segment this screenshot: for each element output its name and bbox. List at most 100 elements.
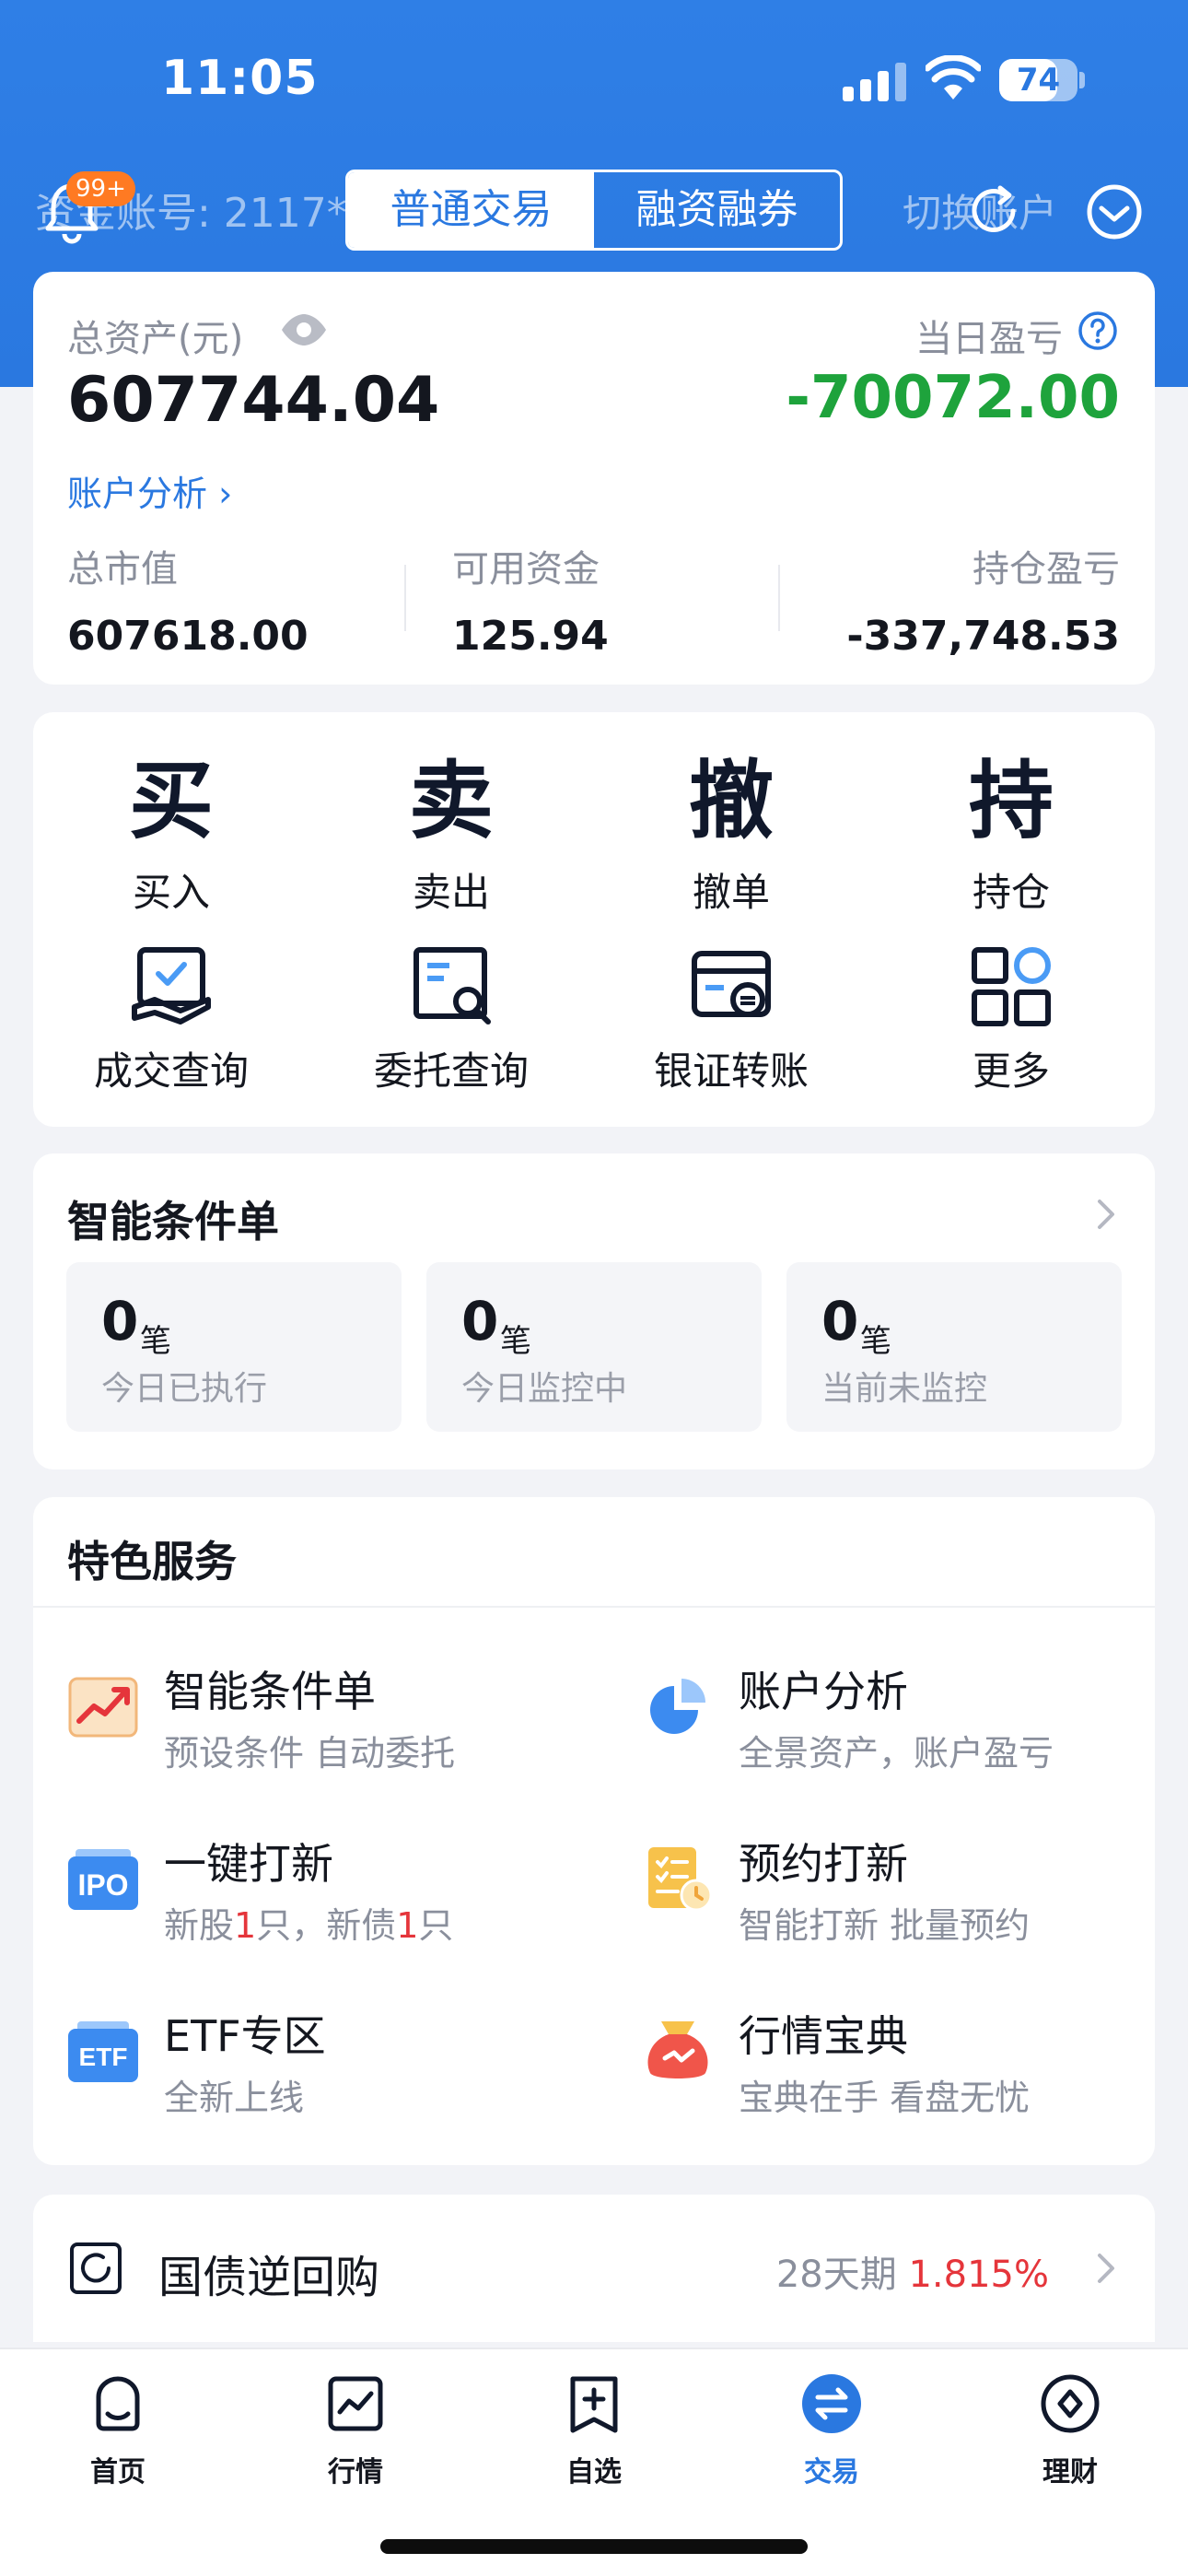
total-assets-value: 607744.04 bbox=[67, 364, 440, 437]
position-pnl-value: -337,748.53 bbox=[846, 613, 1120, 660]
trade-icon bbox=[802, 2374, 861, 2433]
feature-name: ETF专区 bbox=[164, 2011, 326, 2061]
market-value-value: 607618.00 bbox=[67, 613, 309, 660]
tab-margin-trading[interactable]: 融资融券 bbox=[594, 172, 840, 248]
positions-button[interactable]: 持 持仓 bbox=[910, 751, 1112, 918]
trade-mode-segmented-control: 普通交易 融资融券 bbox=[345, 170, 843, 251]
feature-reserve-ipo[interactable]: 预约打新 智能打新 批量预约 bbox=[641, 1831, 1157, 1969]
reverse-repo-row[interactable]: 国债逆回购 28天期 1.815% bbox=[33, 2195, 1155, 2342]
reverse-repo-term: 28天期 1.815% bbox=[776, 2244, 1049, 2298]
buy-glyph: 买 bbox=[128, 752, 214, 850]
more-button[interactable]: 更多 bbox=[910, 943, 1112, 1096]
feature-name: 预约打新 bbox=[739, 1839, 908, 1889]
position-pnl-stat: 持仓盈亏 -337,748.53 bbox=[846, 539, 1120, 660]
feature-name: 账户分析 bbox=[739, 1667, 908, 1716]
account-analysis-link[interactable]: 账户分析 › bbox=[67, 465, 232, 516]
ipo-bond-count: 1 bbox=[396, 1905, 419, 1946]
not-monitoring-count: 0 bbox=[821, 1290, 859, 1352]
watchlist-icon bbox=[570, 2376, 618, 2433]
status-bar: 11:05 74 bbox=[0, 0, 1188, 161]
feature-market-guide[interactable]: 行情宝典 宝典在手 看盘无忧 bbox=[641, 2003, 1157, 2141]
available-funds-label: 可用资金 bbox=[452, 548, 600, 591]
account-analysis-label: 账户分析 bbox=[67, 474, 208, 514]
tab-label: 行情 bbox=[328, 2456, 383, 2488]
home-indicator[interactable] bbox=[380, 2539, 808, 2554]
treasure-bag-icon bbox=[647, 2021, 708, 2078]
tab-watchlist[interactable]: 自选 bbox=[520, 2371, 668, 2489]
deal-query-label: 成交查询 bbox=[93, 1048, 249, 1094]
feature-account-analysis[interactable]: 账户分析 全景资产，账户盈亏 bbox=[641, 1658, 1157, 1797]
more-label: 更多 bbox=[972, 1048, 1050, 1094]
monitoring-today-label: 今日监控中 bbox=[461, 1370, 628, 1408]
market-value-stat: 总市值 607618.00 bbox=[67, 539, 309, 660]
featured-services-card: 特色服务 智能条件单 预设条件 自动委托 账户分析 全景资产，账户盈亏 IPO … bbox=[33, 1497, 1155, 2165]
bank-transfer-button[interactable]: 银证转账 bbox=[630, 943, 833, 1096]
svg-text:IPO: IPO bbox=[77, 1868, 128, 1902]
feature-desc: 全景资产，账户盈亏 bbox=[739, 1733, 1054, 1774]
available-funds-stat: 可用资金 125.94 bbox=[452, 539, 609, 660]
stat-divider bbox=[778, 565, 780, 631]
available-funds-value: 125.94 bbox=[452, 613, 609, 660]
battery-level: 74 bbox=[1016, 62, 1061, 99]
daily-pnl-label: 当日盈亏 bbox=[915, 318, 1063, 360]
order-query-button[interactable]: 委托查询 bbox=[350, 943, 553, 1096]
not-monitoring-unit: 笔 bbox=[860, 1323, 891, 1360]
ipo-stock-count: 1 bbox=[234, 1905, 257, 1946]
repo-rate: 1.815% bbox=[908, 2254, 1049, 2296]
not-monitoring-box[interactable]: 0 笔 当前未监控 bbox=[786, 1262, 1122, 1432]
tab-normal-trading[interactable]: 普通交易 bbox=[348, 172, 594, 248]
home-icon bbox=[96, 2376, 140, 2431]
trade-operations-card: 买 买入 卖 卖出 撤 撤单 持 持仓 成交查询 委托查询 银证转账 更多 bbox=[33, 712, 1155, 1127]
message-icon[interactable] bbox=[1083, 181, 1146, 243]
feature-smart-condition[interactable]: 智能条件单 预设条件 自动委托 bbox=[66, 1658, 582, 1797]
executed-today-box[interactable]: 0 笔 今日已执行 bbox=[66, 1262, 402, 1432]
monitoring-today-box[interactable]: 0 笔 今日监控中 bbox=[426, 1262, 762, 1432]
reverse-repo-name: 国债逆回购 bbox=[158, 2252, 380, 2303]
chevron-right-icon: › bbox=[218, 474, 233, 514]
feature-desc: 宝典在手 看盘无忧 bbox=[739, 2078, 1031, 2118]
eye-icon[interactable] bbox=[280, 312, 328, 347]
feature-one-click-ipo[interactable]: IPO 一键打新 新股1只，新债1只 bbox=[66, 1831, 582, 1969]
stat-divider bbox=[404, 565, 406, 631]
feature-name: 行情宝典 bbox=[739, 2011, 908, 2061]
repo-term-label: 28天期 bbox=[775, 2254, 897, 2296]
ipo-desc-part: 只，新债 bbox=[256, 1905, 397, 1946]
market-value-label: 总市值 bbox=[67, 548, 178, 591]
refresh-icon[interactable] bbox=[963, 181, 1024, 241]
sell-glyph: 卖 bbox=[408, 752, 494, 850]
section-divider bbox=[33, 1606, 1155, 1608]
sell-button[interactable]: 卖 卖出 bbox=[350, 751, 553, 918]
cancel-order-glyph: 撤 bbox=[688, 752, 774, 850]
wifi-icon bbox=[926, 55, 981, 100]
tab-label: 首页 bbox=[90, 2456, 146, 2488]
reverse-repo-icon bbox=[70, 2242, 122, 2294]
battery-icon: 74 bbox=[999, 59, 1077, 101]
more-grid-icon bbox=[972, 947, 1051, 1026]
deal-query-icon bbox=[132, 947, 211, 1025]
cancel-order-button[interactable]: 撤 撤单 bbox=[630, 751, 833, 918]
reserve-icon bbox=[648, 1847, 713, 1912]
tab-label: 理财 bbox=[1042, 2456, 1098, 2488]
cellular-signal-icon bbox=[843, 63, 906, 101]
finance-icon bbox=[1041, 2374, 1100, 2433]
tab-finance[interactable]: 理财 bbox=[996, 2371, 1144, 2489]
help-icon[interactable] bbox=[1077, 310, 1118, 351]
feature-desc: 新股1只，新债1只 bbox=[164, 1897, 453, 1948]
tab-home[interactable]: 首页 bbox=[44, 2371, 192, 2489]
feature-etf-zone[interactable]: ETF ETF专区 全新上线 bbox=[66, 2003, 582, 2141]
status-time: 11:05 bbox=[161, 51, 319, 106]
ipo-desc-part: 只 bbox=[418, 1905, 454, 1946]
order-query-icon bbox=[413, 947, 491, 1025]
deal-query-button[interactable]: 成交查询 bbox=[70, 943, 273, 1096]
etf-icon: ETF bbox=[68, 2021, 138, 2082]
market-icon bbox=[328, 2376, 383, 2431]
conditional-orders-card[interactable]: 智能条件单 0 笔 今日已执行 0 笔 今日监控中 0 笔 当前未监控 bbox=[33, 1153, 1155, 1469]
buy-button[interactable]: 买 买入 bbox=[70, 751, 273, 918]
positions-glyph: 持 bbox=[968, 752, 1054, 850]
featured-services-title: 特色服务 bbox=[67, 1537, 237, 1587]
tab-trade[interactable]: 交易 bbox=[758, 2371, 905, 2489]
tab-market[interactable]: 行情 bbox=[282, 2371, 429, 2489]
not-monitoring-label: 当前未监控 bbox=[821, 1370, 988, 1408]
feature-desc: 全新上线 bbox=[164, 2078, 305, 2118]
conditional-orders-title: 智能条件单 bbox=[67, 1197, 279, 1247]
